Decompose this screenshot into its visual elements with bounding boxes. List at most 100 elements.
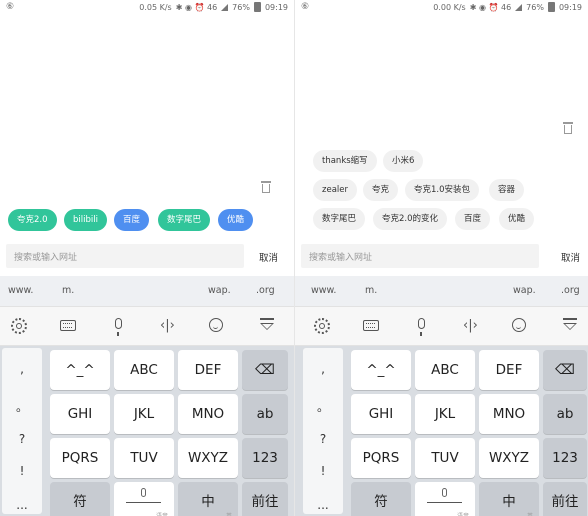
go-key[interactable]: 前往 <box>242 482 288 516</box>
url-shortcut-www[interactable]: www. <box>311 285 336 296</box>
key[interactable]: TUV <box>114 438 174 478</box>
left-screen: ⑥ 0.05 K/s ✱ ◉ ⏰ 46 76% 09:19 夸克2.0 bili… <box>0 0 294 516</box>
symbol-key[interactable]: , <box>2 362 42 376</box>
history-chip[interactable]: 数字尾巴 <box>158 209 211 231</box>
cancel-button[interactable]: 取消 <box>259 250 278 264</box>
clock: 09:19 <box>558 2 582 12</box>
keyboard-switch-icon[interactable] <box>363 317 381 335</box>
numeric-key[interactable]: 123 <box>543 438 587 478</box>
key[interactable]: DEF <box>479 350 539 390</box>
url-shortcut-org[interactable]: .org <box>561 285 580 296</box>
key[interactable]: DEF <box>178 350 238 390</box>
cancel-button[interactable]: 取消 <box>561 250 580 264</box>
status-icons: ✱ ◉ ⏰ 46 <box>469 2 512 12</box>
language-switch-key[interactable]: 中 英 <box>178 482 238 516</box>
symbol-key[interactable]: ? <box>2 432 42 446</box>
key[interactable]: ^_^ <box>351 350 411 390</box>
cursor-move-icon[interactable]: ‹|› <box>160 317 178 335</box>
space-key[interactable]: 语音 <box>415 482 475 516</box>
space-key[interactable]: 语音 <box>114 482 174 516</box>
language-switch-label: 中 <box>201 494 215 510</box>
history-chip[interactable]: 容器 <box>489 179 525 201</box>
numeric-key[interactable]: 123 <box>242 438 288 478</box>
backspace-key[interactable]: ⌫ <box>543 350 587 390</box>
history-chip[interactable]: 数字尾巴 <box>313 208 366 230</box>
hide-keyboard-icon[interactable] <box>561 317 579 335</box>
trash-icon[interactable] <box>562 122 574 134</box>
symbol-column[interactable]: , 。 ? ! ... <box>303 348 343 514</box>
hide-keyboard-icon[interactable] <box>258 317 276 335</box>
symbol-switch-key[interactable]: 符 <box>50 482 110 516</box>
space-mic-icon <box>442 488 447 497</box>
url-shortcut-m[interactable]: m. <box>62 285 74 296</box>
key[interactable]: ^_^ <box>50 350 110 390</box>
history-chip[interactable]: 百度 <box>114 209 150 231</box>
symbol-key[interactable]: ! <box>2 464 42 478</box>
symbol-column[interactable]: , 。 ? ! ... <box>2 348 42 514</box>
symbol-key[interactable]: 。 <box>303 398 343 415</box>
key[interactable]: PQRS <box>50 438 110 478</box>
key[interactable]: MNO <box>178 394 238 434</box>
history-chip[interactable]: thanks缩写 <box>313 150 377 172</box>
backspace-key[interactable]: ⌫ <box>242 350 288 390</box>
microphone-icon[interactable] <box>413 317 431 336</box>
symbol-key[interactable]: 。 <box>2 398 42 415</box>
url-shortcut-wap[interactable]: wap. <box>208 285 231 296</box>
keyboard-toolbar: ‹|› <box>0 306 294 346</box>
history-chip[interactable]: 夸克2.0的变化 <box>373 208 448 230</box>
key[interactable]: PQRS <box>351 438 411 478</box>
search-input[interactable]: 搜索或输入网址 <box>301 244 539 268</box>
key[interactable]: JKL <box>415 394 475 434</box>
key[interactable]: WXYZ <box>178 438 238 478</box>
status-bar: ⑥ 0.05 K/s ✱ ◉ ⏰ 46 76% 09:19 <box>0 0 294 14</box>
space-bar-icon <box>427 502 462 504</box>
url-shortcut-bar: www. m. wap. .org <box>295 276 588 306</box>
emoji-icon[interactable] <box>208 317 226 335</box>
key[interactable]: MNO <box>479 394 539 434</box>
key[interactable]: ABC <box>415 350 475 390</box>
history-chip[interactable]: 优酷 <box>499 208 535 230</box>
history-chip[interactable]: 夸克1.0安装包 <box>405 179 480 201</box>
battery-percent: 76% <box>232 2 250 12</box>
microphone-icon[interactable] <box>110 317 128 336</box>
url-shortcut-bar: www. m. wap. .org <box>0 276 294 306</box>
key[interactable]: JKL <box>114 394 174 434</box>
cursor-move-icon[interactable]: ‹|› <box>463 317 481 335</box>
history-chip[interactable]: 小米6 <box>383 150 424 172</box>
history-chip[interactable]: 夸克 <box>363 179 399 201</box>
key[interactable]: TUV <box>415 438 475 478</box>
history-chip[interactable]: 百度 <box>455 208 491 230</box>
history-chip[interactable]: zealer <box>313 179 357 201</box>
symbol-key[interactable]: ? <box>303 432 343 446</box>
clock: 09:19 <box>264 2 288 12</box>
status-icons: ✱ ◉ ⏰ 46 <box>175 2 218 12</box>
settings-gear-icon[interactable] <box>10 317 28 335</box>
ab-key[interactable]: ab <box>543 394 587 434</box>
settings-gear-icon[interactable] <box>313 317 331 335</box>
key[interactable]: WXYZ <box>479 438 539 478</box>
key[interactable]: GHI <box>50 394 110 434</box>
symbol-key[interactable]: ... <box>2 498 42 512</box>
symbol-key[interactable]: ... <box>303 498 343 512</box>
history-chip[interactable]: bilibili <box>64 209 107 231</box>
url-shortcut-www[interactable]: www. <box>8 285 33 296</box>
go-key[interactable]: 前往 <box>543 482 587 516</box>
keyboard: , 。 ? ! ... ^_^ ABC DEF ⌫ GHI JKL MNO ab… <box>0 346 294 516</box>
language-switch-key[interactable]: 中 英 <box>479 482 539 516</box>
emoji-icon[interactable] <box>511 317 529 335</box>
symbol-key[interactable]: ! <box>303 464 343 478</box>
keyboard-switch-icon[interactable] <box>60 317 78 335</box>
search-placeholder: 搜索或输入网址 <box>14 253 78 263</box>
symbol-key[interactable]: , <box>303 362 343 376</box>
trash-icon[interactable] <box>260 181 272 193</box>
key[interactable]: ABC <box>114 350 174 390</box>
history-chip[interactable]: 夸克2.0 <box>8 209 57 231</box>
url-shortcut-m[interactable]: m. <box>365 285 377 296</box>
ab-key[interactable]: ab <box>242 394 288 434</box>
symbol-switch-key[interactable]: 符 <box>351 482 411 516</box>
url-shortcut-wap[interactable]: wap. <box>513 285 536 296</box>
key[interactable]: GHI <box>351 394 411 434</box>
search-input[interactable]: 搜索或输入网址 <box>6 244 244 268</box>
url-shortcut-org[interactable]: .org <box>256 285 275 296</box>
history-chip[interactable]: 优酷 <box>218 209 254 231</box>
